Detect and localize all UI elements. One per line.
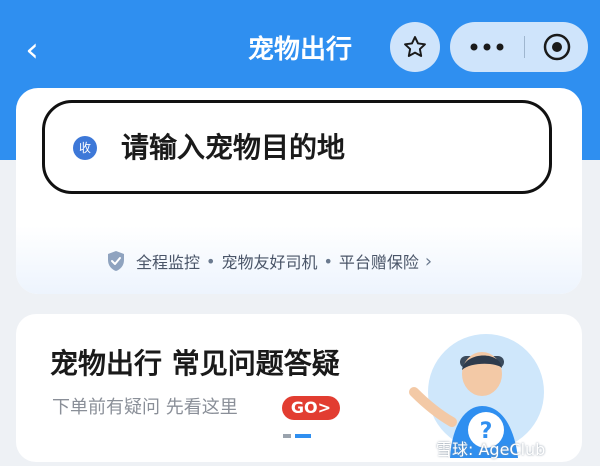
feature-insurance: 平台赠保险 <box>338 253 419 272</box>
carousel-dot <box>283 434 291 438</box>
more-dots-icon <box>470 43 504 51</box>
star-icon <box>404 36 426 57</box>
back-button[interactable]: ‹ <box>12 28 52 72</box>
shield-icon <box>106 250 126 272</box>
close-button[interactable] <box>525 22 588 72</box>
page-title: 宠物出行 <box>247 35 352 65</box>
separator-dot: • <box>323 251 333 271</box>
more-button[interactable] <box>450 22 524 72</box>
service-features-link[interactable]: 全程监控 • 宠物友好司机 • 平台赠保险 › <box>106 247 432 275</box>
watermark: 雪球: AgeClub <box>436 440 546 459</box>
favorite-button[interactable] <box>390 22 440 72</box>
faq-title: 宠物出行 常见问题答疑 <box>50 347 340 380</box>
target-close-icon <box>543 33 570 61</box>
receive-badge-icon: 收 <box>73 136 97 160</box>
separator-dot: • <box>206 251 216 271</box>
feature-monitoring: 全程监控 <box>136 253 201 272</box>
search-placeholder: 请输入宠物目的地 <box>121 131 346 164</box>
carousel-indicator <box>283 434 311 438</box>
destination-search-input[interactable]: 收 请输入宠物目的地 <box>42 100 552 194</box>
chevron-right-icon: › <box>424 250 433 272</box>
mini-program-capsule <box>450 22 588 72</box>
feature-pet-friendly-driver: 宠物友好司机 <box>221 253 318 272</box>
faq-subtitle: 下单前有疑问 先看这里 <box>52 397 238 418</box>
carousel-dot-active <box>295 434 311 438</box>
go-button[interactable]: GO> <box>282 396 340 420</box>
